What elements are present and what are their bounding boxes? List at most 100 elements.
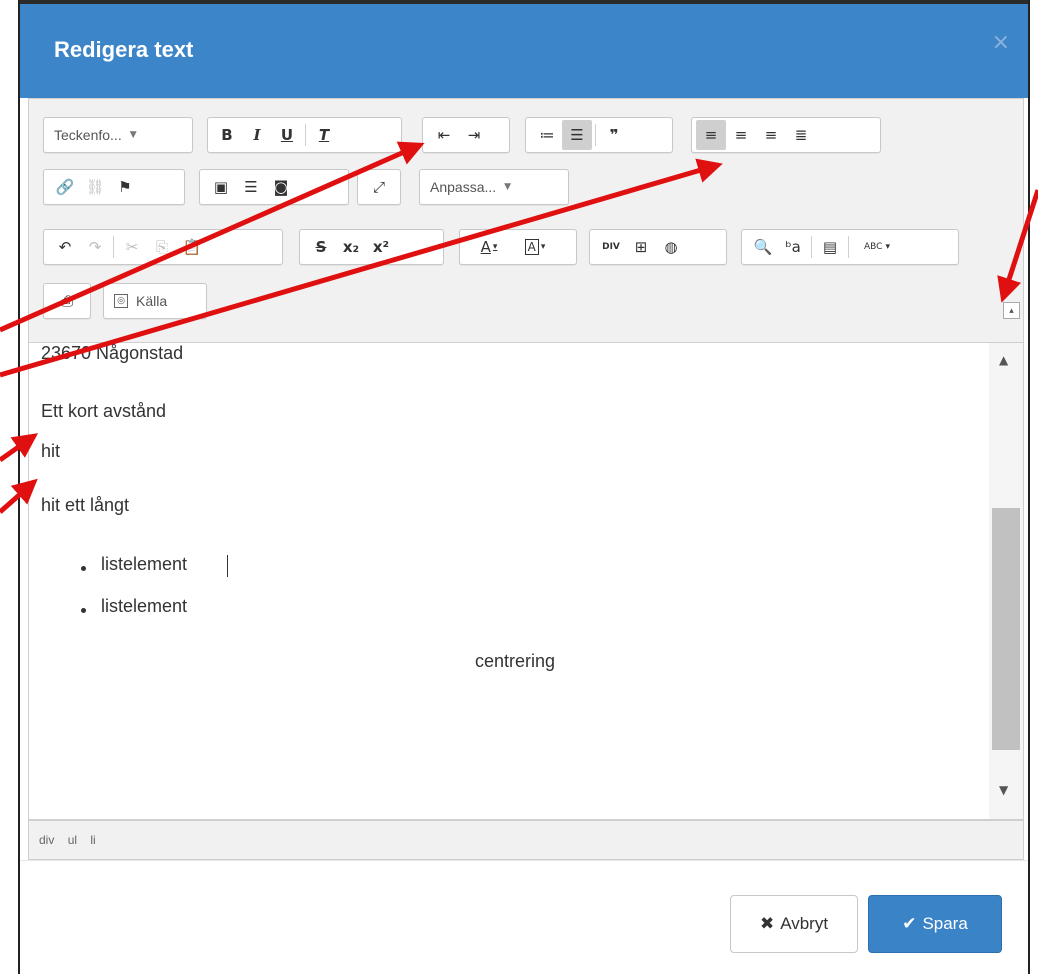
script-group: S x₂ x² [299,229,444,265]
unlink-button[interactable]: ⛓ [80,172,110,202]
centered-text: centrering [475,651,556,671]
strikethrough-button[interactable]: S [306,232,336,262]
format-dropdown-label: Teckenfo... [54,127,122,143]
align-center-button[interactable]: ≡ [726,120,756,150]
scroll-down-icon[interactable]: ▼ [999,783,1008,797]
blocks-group: DIV ⊞ ◍ [589,229,727,265]
collapse-toolbar-button[interactable]: ▴ [1003,302,1020,319]
link-button[interactable]: 🔗 [50,172,80,202]
insert-group: ▣ ☰ ◙ [199,169,349,205]
list-bullet [81,566,86,571]
maximize-button[interactable]: ⤢ [364,172,394,202]
special-char-button[interactable]: ◍ [656,232,686,262]
tools-group: ⤢ [357,169,401,205]
separator [811,236,812,258]
replace-button[interactable]: ᵇa [778,232,808,262]
div-button[interactable]: DIV [596,232,626,262]
bold-button[interactable]: B [212,120,242,150]
path-item[interactable]: li [90,833,95,847]
styles-dropdown-label: Anpassa... [430,179,497,195]
element-path-bar: div ul li [28,820,1024,860]
preview-button[interactable]: ⎙ [52,286,82,316]
list-bullet [81,608,86,613]
anchor-button[interactable]: ⚑ [110,172,140,202]
indent-group: ⇤ ⇥ [422,117,510,153]
copy-button[interactable]: ⎘ [147,232,177,262]
italic-button[interactable]: I [242,120,272,150]
align-justify-button[interactable]: ≣ [786,120,816,150]
list-item: listelement [101,596,188,616]
chevron-down-icon: ▾ [492,242,498,252]
underline-button[interactable]: U [272,120,302,150]
separator [595,124,596,146]
path-item[interactable]: ul [68,833,77,847]
outdent-button[interactable]: ⇤ [429,120,459,150]
redo-button[interactable]: ↷ [80,232,110,262]
chevron-down-icon: ▾ [885,242,890,252]
path-item[interactable]: div [39,833,54,847]
align-right-button[interactable]: ≡ [756,120,786,150]
table-button[interactable]: ⊞ [626,232,656,262]
cut-button[interactable]: ✂ [117,232,147,262]
edit-text-dialog: Redigera text × Teckenfo... ▼ B I U T ⇤ … [18,0,1030,974]
background-color-button[interactable]: A ▾ [512,232,558,262]
separator [305,124,306,146]
content-line-short-spacing: Ett kort avstånd [41,401,167,421]
content-line-long-spacing: hit ett långt [41,495,130,515]
cancel-label: Avbryt [780,914,829,933]
save-label: Spara [922,914,968,933]
align-left-button[interactable]: ≡ [696,120,726,150]
source-label: Källa [136,293,168,309]
horizontal-rule-button[interactable]: ☰ [236,172,266,202]
link-group: 🔗 ⛓ ⚑ [43,169,185,205]
check-icon: ✔ [902,914,917,934]
dialog-title: Redigera text [54,37,194,62]
content-line-address: 23670 Någonstad [41,343,184,363]
clear-format-button[interactable]: T [309,120,339,150]
page-break-button[interactable]: ▤ [815,232,845,262]
source-button[interactable]: ◎ Källa [103,283,207,319]
indent-button[interactable]: ⇥ [459,120,489,150]
basic-styles-group: B I U T [207,117,402,153]
close-icon[interactable]: × [992,30,1010,55]
text-color-button[interactable]: A ▾ [466,232,512,262]
separator [848,236,849,258]
save-button[interactable]: ✔ Spara [868,895,1002,953]
format-dropdown[interactable]: Teckenfo... ▼ [43,117,193,153]
chevron-down-icon: ▼ [504,182,512,192]
content-scrollbar[interactable]: ▲ ▼ [989,343,1023,819]
paste-button[interactable]: 📋 [177,232,207,262]
bulleted-list-button[interactable]: ☰ [562,120,592,150]
preview-group: ⎙ [43,283,91,319]
text-color-label: A [480,238,491,256]
background-color-label: A [524,239,539,255]
find-group: 🔍 ᵇa ▤ ABC ▾ [741,229,959,265]
chevron-down-icon: ▼ [129,130,137,140]
spellcheck-label: ABC [864,242,883,252]
undo-button[interactable]: ↶ [50,232,80,262]
image-button[interactable]: ▣ [206,172,236,202]
dialog-header: Redigera text × [20,0,1028,98]
find-button[interactable]: 🔍 [748,232,778,262]
subscript-button[interactable]: x₂ [336,232,366,262]
flash-button[interactable]: ◙ [266,172,296,202]
blockquote-button[interactable]: ❞ [599,120,629,150]
chevron-down-icon: ▾ [540,242,546,252]
styles-dropdown[interactable]: Anpassa... ▼ [419,169,569,205]
list-item: listelement [101,554,188,574]
spellcheck-button[interactable]: ABC ▾ [852,232,902,262]
scrollbar-thumb[interactable] [992,508,1020,750]
cancel-button[interactable]: ✖ Avbryt [730,895,858,953]
source-icon: ◎ [114,294,128,308]
list-group: ≔ ☰ ❞ [525,117,673,153]
clipboard-group: ↶ ↷ ✂ ⎘ 📋 [43,229,283,265]
scroll-up-icon[interactable]: ▲ [999,353,1008,367]
text-caret [227,555,228,577]
editor-content-area[interactable]: 23670 Någonstad Ett kort avstånd hit hit… [28,342,1024,820]
close-icon: ✖ [759,914,775,934]
editor-toolbar: Teckenfo... ▼ B I U T ⇤ ⇥ ≔ ☰ ❞ ≡ ≡ ≡ ≣ [28,98,1024,342]
numbered-list-button[interactable]: ≔ [532,120,562,150]
align-group: ≡ ≡ ≡ ≣ [691,117,881,153]
superscript-button[interactable]: x² [366,232,396,262]
color-group: A ▾ A ▾ [459,229,577,265]
